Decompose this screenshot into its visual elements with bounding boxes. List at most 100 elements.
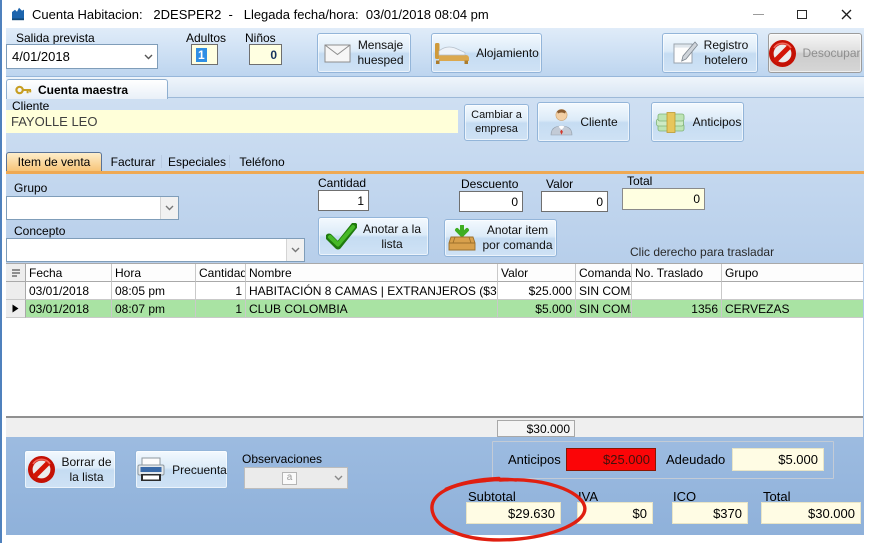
tab-telefono[interactable]: Teléfono bbox=[232, 152, 292, 171]
anticipos-footer-label: Anticipos bbox=[508, 452, 561, 467]
iva-value: $0 bbox=[633, 506, 647, 521]
col-header-hora[interactable]: Hora bbox=[112, 264, 196, 282]
tab-item-de-venta[interactable]: Item de venta bbox=[6, 152, 102, 171]
valor-value: 0 bbox=[596, 195, 603, 209]
borrar-lista-button[interactable]: Borrar dela lista bbox=[24, 450, 116, 489]
tab-especiales[interactable]: Especiales bbox=[164, 152, 230, 171]
minimize-icon bbox=[753, 14, 764, 15]
anotar-comanda-button[interactable]: Anotar itempor comanda bbox=[444, 219, 557, 257]
valor-label: Valor bbox=[546, 177, 573, 191]
alojamiento-button[interactable]: Alojamiento bbox=[431, 33, 542, 73]
descuento-label: Descuento bbox=[461, 177, 518, 191]
traslado-hint: Clic derecho para trasladar bbox=[630, 245, 774, 259]
col-header-grupo[interactable]: Grupo bbox=[722, 264, 863, 282]
anotar-lista-line2: lista bbox=[363, 237, 421, 252]
cell-fecha: 03/01/2018 bbox=[26, 282, 112, 300]
anticipos-value-field: $25.000 bbox=[566, 448, 656, 471]
chevron-down-icon[interactable] bbox=[139, 45, 157, 68]
grupo-label: Grupo bbox=[14, 181, 47, 195]
adultos-input[interactable]: 1 bbox=[191, 44, 218, 65]
grid-total-value: $30.000 bbox=[497, 420, 575, 437]
col-header-cantidad[interactable]: Cantidad bbox=[196, 264, 246, 282]
cell-nombre: HABITACIÓN 8 CAMAS | EXTRANJEROS ($30.00… bbox=[246, 282, 498, 300]
cambiar-empresa-button[interactable]: Cambiar aempresa bbox=[464, 104, 529, 141]
crate-arrow-icon bbox=[448, 225, 476, 252]
tab-separator bbox=[229, 155, 230, 168]
bed-icon bbox=[434, 42, 470, 65]
subtotal-value-field: $29.630 bbox=[466, 502, 561, 524]
ico-value-field: $370 bbox=[672, 502, 748, 524]
printer-icon bbox=[136, 457, 166, 483]
close-button[interactable] bbox=[826, 0, 866, 28]
chevron-down-icon[interactable] bbox=[329, 468, 347, 488]
col-header-fecha[interactable]: Fecha bbox=[26, 264, 112, 282]
total-form-field: 0 bbox=[622, 188, 705, 210]
tab-separator bbox=[161, 155, 162, 168]
cell-cantidad: 1 bbox=[196, 300, 246, 318]
row-selector-cell bbox=[6, 282, 26, 300]
anotar-comanda-line2: por comanda bbox=[482, 238, 552, 253]
mensaje-huesped-button[interactable]: Mensajehuesped bbox=[317, 33, 411, 73]
tab-facturar[interactable]: Facturar bbox=[104, 152, 162, 171]
total-footer-value-field: $30.000 bbox=[761, 502, 861, 524]
adultos-value: 1 bbox=[196, 48, 207, 62]
cliente-button[interactable]: Cliente bbox=[537, 102, 630, 142]
col-header-comanda[interactable]: Comanda bbox=[576, 264, 632, 282]
precuenta-label: Precuenta bbox=[172, 463, 227, 477]
items-grid: Fecha Hora Cantidad Nombre Valor Comanda… bbox=[6, 263, 863, 416]
tab-especiales-label: Especiales bbox=[168, 155, 226, 169]
grid-total-bar: $30.000 bbox=[6, 416, 863, 437]
total-footer-value: $30.000 bbox=[808, 506, 855, 521]
cell-comanda: SIN COMANDA bbox=[576, 282, 632, 300]
salida-prevista-label: Salida prevista bbox=[16, 31, 95, 45]
row-selector-header bbox=[6, 264, 26, 282]
cell-comanda: SIN COMANDA bbox=[576, 300, 632, 318]
valor-input[interactable]: 0 bbox=[541, 191, 608, 212]
salida-prevista-combobox[interactable]: 4/01/2018 bbox=[6, 44, 158, 69]
adeudado-value: $5.000 bbox=[778, 452, 818, 467]
concepto-combobox[interactable] bbox=[6, 238, 305, 262]
ninos-label: Niños bbox=[245, 31, 276, 45]
cell-valor: $25.000 bbox=[498, 282, 576, 300]
observaciones-label: Observaciones bbox=[242, 452, 322, 466]
precuenta-button[interactable]: Precuenta bbox=[135, 450, 228, 489]
desocupar-button[interactable]: Desocupar bbox=[768, 33, 862, 73]
ninos-input[interactable]: 0 bbox=[249, 44, 282, 65]
rows-icon bbox=[11, 268, 21, 278]
cantidad-value: 1 bbox=[357, 194, 364, 208]
cliente-field[interactable]: FAYOLLE LEO bbox=[6, 110, 458, 133]
grupo-combobox[interactable] bbox=[6, 196, 179, 220]
registro-line1: Registro bbox=[704, 38, 749, 53]
tab-facturar-label: Facturar bbox=[111, 155, 156, 169]
no-entry-icon bbox=[28, 456, 55, 483]
tab-cuenta-maestra-label: Cuenta maestra bbox=[38, 83, 128, 97]
col-header-nombre[interactable]: Nombre bbox=[246, 264, 498, 282]
total-form-label: Total bbox=[627, 174, 652, 188]
no-entry-icon bbox=[769, 40, 796, 67]
anotar-comanda-line1: Anotar item bbox=[482, 223, 552, 238]
chevron-down-icon[interactable] bbox=[160, 197, 178, 219]
app-icon bbox=[10, 6, 26, 22]
registro-hotelero-button[interactable]: Registrohotelero bbox=[662, 33, 758, 73]
minimize-button[interactable] bbox=[738, 0, 778, 28]
observaciones-combobox[interactable]: a bbox=[244, 467, 348, 489]
tab-cuenta-maestra[interactable]: Cuenta maestra bbox=[6, 79, 168, 99]
screen-edge-strip bbox=[0, 0, 2, 543]
anticipos-button[interactable]: Anticipos bbox=[651, 102, 744, 142]
col-header-traslado[interactable]: No. Traslado bbox=[632, 264, 722, 282]
maximize-icon bbox=[797, 10, 807, 19]
maximize-button[interactable] bbox=[782, 0, 822, 28]
cantidad-input[interactable]: 1 bbox=[318, 190, 369, 211]
ico-value: $370 bbox=[713, 506, 742, 521]
alojamiento-label: Alojamiento bbox=[476, 46, 539, 60]
total-form-value: 0 bbox=[693, 192, 700, 206]
chevron-down-icon[interactable] bbox=[286, 239, 304, 261]
anotar-lista-button[interactable]: Anotar a lalista bbox=[318, 217, 429, 256]
col-header-valor[interactable]: Valor bbox=[498, 264, 576, 282]
desocupar-label: Desocupar bbox=[802, 46, 860, 60]
cell-valor: $5.000 bbox=[498, 300, 576, 318]
descuento-input[interactable]: 0 bbox=[459, 191, 523, 212]
cambiar-line1: Cambiar a bbox=[471, 109, 522, 123]
adeudado-label: Adeudado bbox=[666, 452, 725, 467]
current-row-marker bbox=[6, 300, 26, 318]
